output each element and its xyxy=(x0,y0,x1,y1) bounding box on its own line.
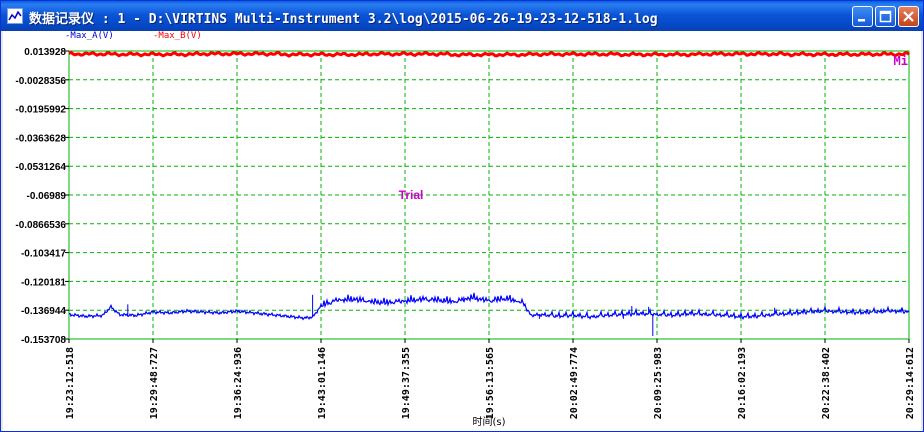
y-tick-label: -0.0363628 xyxy=(15,133,66,144)
x-tick-label: 19:29:48:727 xyxy=(149,347,160,419)
x-tick-label: 20:09:25:983 xyxy=(653,347,664,419)
chart-icon xyxy=(7,8,23,24)
data-logger-window: 数据记录仪 : 1 - D:\VIRTINS Multi-Instrument … xyxy=(0,0,924,432)
x-tick-label: 19:56:13:565 xyxy=(485,347,496,419)
title-bar[interactable]: 数据记录仪 : 1 - D:\VIRTINS Multi-Instrument … xyxy=(1,1,923,31)
trial-watermark: Trial xyxy=(399,188,424,202)
x-tick-label: 19:49:37:355 xyxy=(401,347,412,419)
minimize-icon xyxy=(858,19,865,22)
close-button[interactable] xyxy=(898,6,919,27)
y-tick-label: -0.06989 xyxy=(27,191,67,202)
y-tick-label: -0.103417 xyxy=(21,249,66,260)
y-tick-label: 0.013928 xyxy=(24,47,66,58)
x-tick-label: 19:36:24:936 xyxy=(233,347,244,419)
maximize-button[interactable] xyxy=(875,6,896,27)
y-tick-label: -0.0195992 xyxy=(15,105,66,116)
y-tick-label: -0.0531264 xyxy=(15,162,66,173)
corner-label: Mi xyxy=(894,54,908,68)
x-tick-label: 19:43:01:146 xyxy=(317,347,328,419)
x-tick-label: 20:16:02:193 xyxy=(737,347,748,419)
y-tick-label: -0.136944 xyxy=(21,306,66,317)
y-tick-label: -0.153708 xyxy=(21,335,66,346)
chart-panel: -Max_A(V) -Max_B(V) 0.013928 -0.0028356 -0… xyxy=(3,31,921,431)
x-axis-label: 时间(s) xyxy=(472,415,505,428)
close-icon xyxy=(903,11,914,22)
y-tick-label: -0.120181 xyxy=(21,277,66,288)
x-tick-label: 20:02:49:774 xyxy=(569,347,580,419)
x-tick-label: 20:22:38:402 xyxy=(821,347,832,419)
window-title: 数据记录仪 : 1 - D:\VIRTINS Multi-Instrument … xyxy=(29,12,658,27)
logger-chart[interactable]: 0.013928 -0.0028356 -0.0195992 -0.0363628 -0… xyxy=(3,31,921,431)
x-tick-label: 20:29:14:612 xyxy=(905,347,916,419)
maximize-icon xyxy=(879,10,892,23)
y-tick-label: -0.0028356 xyxy=(15,76,66,87)
x-tick-label: 19:23:12:518 xyxy=(65,347,76,419)
minimize-button[interactable] xyxy=(852,6,873,27)
y-tick-label: -0.0866536 xyxy=(15,220,66,231)
